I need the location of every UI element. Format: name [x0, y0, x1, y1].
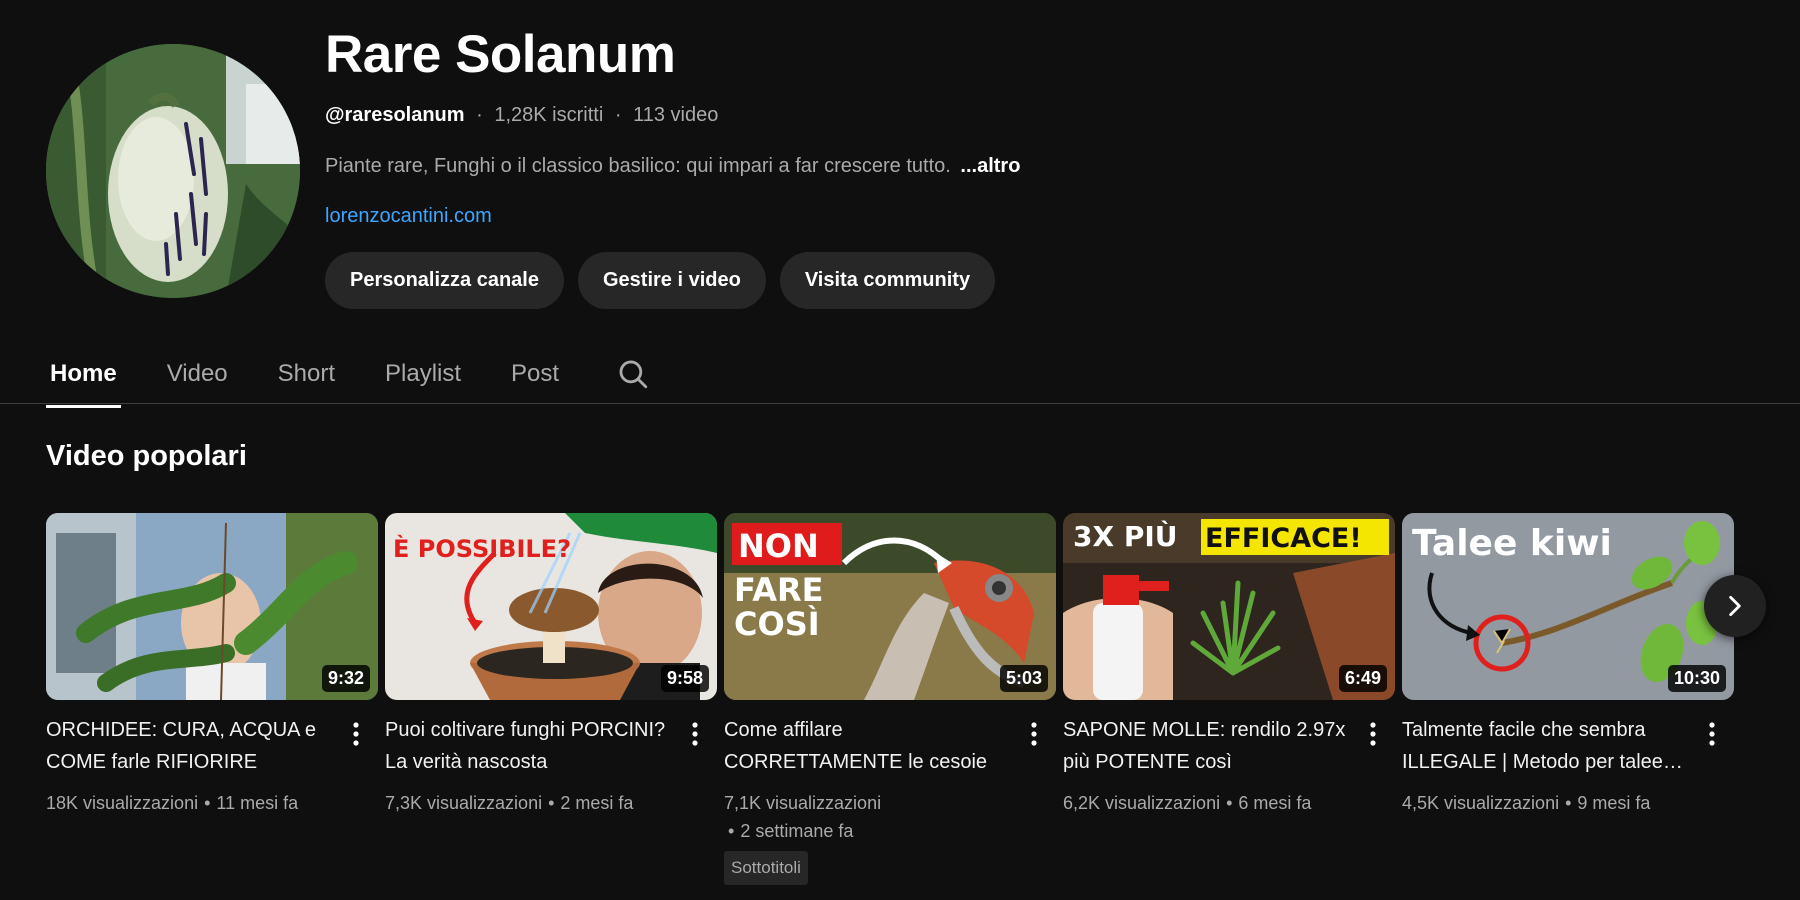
section-title: Video popolari [46, 440, 247, 472]
video-duration: 9:58 [660, 665, 709, 692]
more-vert-glyph [353, 722, 359, 746]
meta-separator: · [614, 104, 622, 126]
channel-tabs: Home Video Short Playlist Post [46, 345, 653, 408]
video-count: 113 video [633, 104, 719, 126]
thumbnail-caption: 3X PIÙ [1073, 519, 1178, 553]
video-card[interactable]: È POSSIBILE? 9:58 Puoi coltivare funghi … [385, 513, 717, 885]
video-meta: 18K visualizzazioni • 11 mesi fa [46, 789, 378, 817]
video-duration: 6:49 [1338, 665, 1387, 692]
meta-dot: • [728, 821, 735, 841]
video-duration: 9:32 [321, 665, 370, 692]
more-vert-icon[interactable] [683, 714, 707, 754]
thumbnail-caption: Talee kiwi [1412, 523, 1612, 564]
channel-page: Rare Solanum @raresolanum · 1,28K iscrit… [0, 0, 1800, 900]
more-vert-icon[interactable] [1361, 714, 1385, 754]
chevron-right-icon [1729, 595, 1741, 617]
video-thumbnail[interactable]: Talee kiwi 10:30 [1402, 513, 1734, 700]
tab-playlist[interactable]: Playlist [381, 345, 465, 403]
meta-dot: • [548, 793, 555, 813]
tabs-divider [0, 403, 1800, 404]
video-card[interactable]: Talee kiwi 10:30 Talmente facile che sem… [1402, 513, 1734, 885]
video-meta: 4,5K visualizzazioni • 9 mesi fa [1402, 789, 1734, 817]
video-title[interactable]: ORCHIDEE: CURA, ACQUA e COME farle RIFIO… [46, 714, 331, 778]
visit-community-button[interactable]: Visita community [779, 252, 996, 309]
video-card[interactable]: NON FARE COSÌ 5:03 Come affilare CORRETT… [724, 513, 1056, 885]
video-meta: 7,1K visualizzazioni • 2 settimane fa Sot… [724, 789, 1056, 885]
video-meta: 6,2K visualizzazioni • 6 mesi fa [1063, 789, 1395, 817]
more-vert-icon[interactable] [1022, 714, 1046, 754]
more-vert-glyph [1709, 722, 1715, 746]
channel-name: Rare Solanum [325, 25, 676, 84]
view-count: 4,5K visualizzazioni [1402, 793, 1560, 813]
description-more-link[interactable]: ...altro [960, 155, 1020, 177]
more-vert-glyph [1370, 722, 1376, 746]
tab-post[interactable]: Post [507, 345, 563, 403]
upload-age: 6 mesi fa [1238, 793, 1312, 813]
video-title[interactable]: SAPONE MOLLE: rendilo 2.97x più POTENTE … [1063, 714, 1348, 778]
channel-actions: Personalizza canale Gestire i video Visi… [325, 252, 996, 309]
view-count: 18K visualizzazioni [46, 793, 199, 813]
tab-video[interactable]: Video [163, 345, 232, 403]
video-card[interactable]: 3X PIÙ EFFICACE! 6:49 SAPONE MOLLE: rend… [1063, 513, 1395, 885]
video-meta: 7,3K visualizzazioni • 2 mesi fa [385, 789, 717, 817]
thumbnail-caption: COSÌ [734, 605, 820, 643]
search-icon-glyph [619, 360, 648, 389]
video-duration: 5:03 [999, 665, 1048, 692]
thumbnail-caption: EFFICACE! [1205, 523, 1362, 554]
channel-meta: @raresolanum · 1,28K iscritti · 113 vide… [325, 104, 718, 127]
shelf-next-button[interactable] [1704, 575, 1766, 637]
meta-dot: • [204, 793, 211, 813]
video-shelf: 9:32 ORCHIDEE: CURA, ACQUA e COME farle … [46, 513, 1734, 885]
meta-separator: · [476, 104, 483, 126]
more-vert-icon[interactable] [1700, 714, 1724, 754]
video-title[interactable]: Puoi coltivare funghi PORCINI? La verità… [385, 714, 670, 778]
view-count: 7,3K visualizzazioni [385, 793, 543, 813]
video-title[interactable]: Talmente facile che sembra ILLEGALE | Me… [1402, 714, 1687, 778]
upload-age: 9 mesi fa [1577, 793, 1651, 813]
video-thumbnail[interactable]: È POSSIBILE? 9:58 [385, 513, 717, 700]
meta-dot: • [1565, 793, 1572, 813]
thumbnail-caption: FARE [734, 571, 823, 609]
more-vert-glyph [692, 722, 698, 746]
video-thumbnail[interactable]: NON FARE COSÌ 5:03 [724, 513, 1056, 700]
more-vert-icon[interactable] [344, 714, 368, 754]
video-thumbnail[interactable]: 3X PIÙ EFFICACE! 6:49 [1063, 513, 1395, 700]
more-vert-glyph [1031, 722, 1037, 746]
video-thumbnail[interactable]: 9:32 [46, 513, 378, 700]
customize-channel-button[interactable]: Personalizza canale [325, 252, 564, 309]
subscriber-count: 1,28K iscritti [494, 104, 604, 126]
search-icon[interactable] [613, 354, 653, 394]
channel-avatar[interactable] [46, 44, 300, 298]
view-count: 7,1K visualizzazioni [724, 793, 882, 813]
video-duration: 10:30 [1667, 665, 1726, 692]
upload-age: 2 mesi fa [560, 793, 634, 813]
channel-description: Piante rare, Funghi o il classico basili… [325, 155, 1020, 178]
meta-dot: • [1226, 793, 1233, 813]
upload-age: 2 settimane fa [740, 821, 854, 841]
video-title[interactable]: Come affilare CORRETTAMENTE le cesoie [724, 714, 1009, 778]
channel-handle: @raresolanum [325, 104, 465, 126]
avatar-image [46, 44, 300, 298]
manage-videos-button[interactable]: Gestire i video [577, 252, 766, 309]
thumbnail-caption: NON [738, 527, 819, 565]
thumbnail-caption: È POSSIBILE? [393, 534, 571, 563]
channel-link[interactable]: lorenzocantini.com [325, 205, 492, 228]
upload-age: 11 mesi fa [216, 793, 299, 813]
tab-short[interactable]: Short [274, 345, 339, 403]
view-count: 6,2K visualizzazioni [1063, 793, 1221, 813]
description-text: Piante rare, Funghi o il classico basili… [325, 155, 951, 177]
tab-home[interactable]: Home [46, 345, 121, 408]
video-card[interactable]: 9:32 ORCHIDEE: CURA, ACQUA e COME farle … [46, 513, 378, 885]
subtitles-badge: Sottotitoli [724, 851, 808, 885]
